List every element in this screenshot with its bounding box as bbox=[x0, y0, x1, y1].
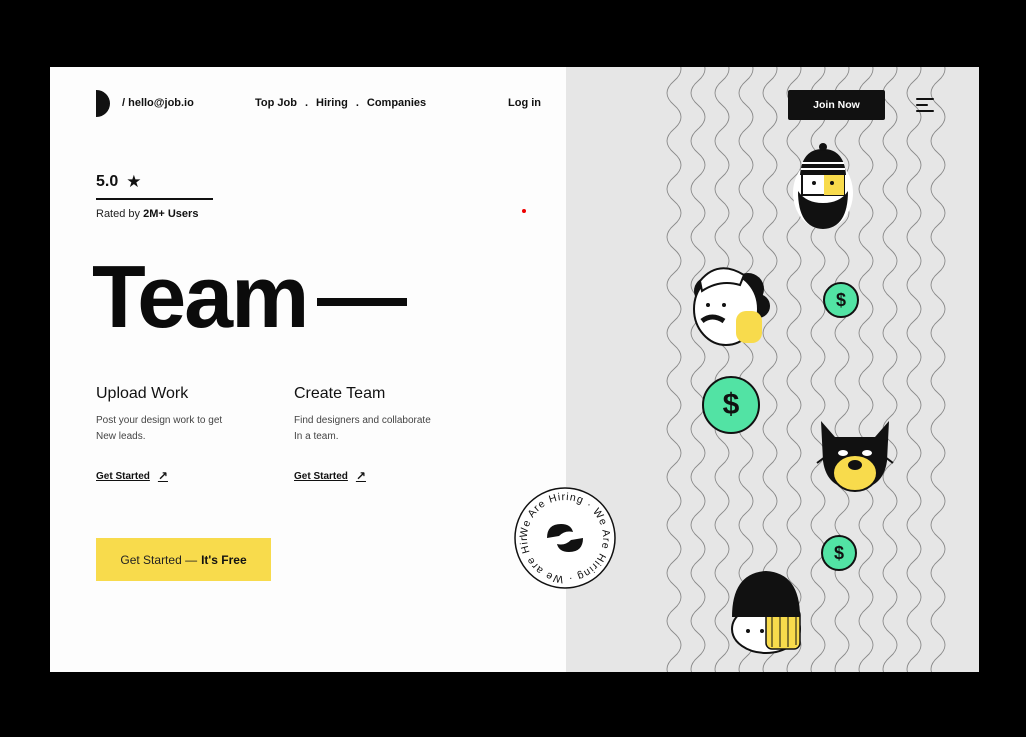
feature-description-line: Post your design work to get bbox=[96, 415, 223, 426]
wavy-line bbox=[930, 67, 946, 672]
wavy-line bbox=[906, 67, 922, 672]
wavy-line bbox=[858, 67, 874, 672]
avatar-curly-hair-icon bbox=[693, 267, 770, 346]
feature-description: Post your design work to get New leads. bbox=[96, 413, 266, 445]
rated-prefix: Rated by bbox=[96, 208, 141, 220]
wavy-line bbox=[882, 67, 898, 672]
rating-divider bbox=[96, 198, 213, 200]
menu-icon[interactable] bbox=[916, 98, 934, 112]
rated-by-text: Rated by 2M+ Users bbox=[96, 208, 198, 220]
rating-score: 5.0 ★ bbox=[96, 172, 142, 192]
feature-description-line: New leads. bbox=[96, 431, 146, 442]
get-started-link[interactable]: Get Started ↗ bbox=[96, 469, 168, 483]
dollar-coin-icon: $ bbox=[702, 376, 760, 434]
nav-top-job[interactable]: Top Job bbox=[255, 97, 297, 109]
avatar-beanie-icon bbox=[731, 571, 801, 654]
cta-prefix: Get Started — bbox=[120, 552, 198, 567]
top-nav: Top Job . Hiring . Companies bbox=[255, 97, 426, 109]
avatar-masked-hero-icon bbox=[816, 421, 894, 492]
hero-title-text: Team bbox=[92, 247, 309, 346]
landing-page: $ $ $ / hello@job.io Top Job . Hiring . … bbox=[50, 67, 979, 672]
nav-separator: . bbox=[304, 97, 309, 109]
feature-title: Create Team bbox=[294, 385, 386, 402]
feature-description: Find designers and collaborate In a team… bbox=[294, 413, 464, 445]
star-icon: ★ bbox=[126, 172, 142, 191]
feature-upload-work: Upload Work Post your design work to get… bbox=[96, 385, 266, 483]
illustration-panel: $ $ $ bbox=[566, 67, 979, 672]
get-started-link[interactable]: Get Started ↗ bbox=[294, 469, 366, 483]
hero-title: Team bbox=[92, 247, 408, 347]
contact-email[interactable]: / hello@job.io bbox=[122, 97, 194, 109]
arrow-up-right-icon: ↗ bbox=[157, 469, 168, 483]
login-link[interactable]: Log in bbox=[508, 97, 541, 109]
hero-dash bbox=[317, 298, 408, 306]
we-are-hiring-badge[interactable]: We Are Hiring · We Are Hiring · We are H… bbox=[513, 486, 617, 590]
rated-count: 2M+ Users bbox=[143, 208, 199, 220]
feature-description-line: In a team. bbox=[294, 431, 339, 442]
dollar-coin-icon: $ bbox=[823, 282, 859, 318]
feature-description-line: Find designers and collaborate bbox=[294, 415, 431, 426]
wavy-line bbox=[666, 67, 682, 672]
get-started-label: Get Started bbox=[294, 470, 348, 482]
join-now-button[interactable]: Join Now bbox=[788, 90, 885, 120]
logo-half-circle-icon[interactable] bbox=[96, 90, 110, 117]
nav-separator: . bbox=[355, 97, 359, 109]
get-started-free-button[interactable]: Get Started — It's Free bbox=[96, 538, 271, 581]
cursor-dot bbox=[522, 209, 526, 213]
rating-value: 5.0 bbox=[96, 173, 119, 190]
feature-title: Upload Work bbox=[96, 385, 189, 402]
cta-bold: It's Free bbox=[201, 552, 247, 567]
arrow-up-right-icon: ↗ bbox=[355, 469, 366, 483]
dollar-coin-icon: $ bbox=[821, 535, 857, 571]
feature-create-team: Create Team Find designers and collabora… bbox=[294, 385, 464, 483]
nav-companies[interactable]: Companies bbox=[367, 97, 426, 109]
wavy-line bbox=[690, 67, 706, 672]
nav-hiring[interactable]: Hiring bbox=[316, 97, 348, 109]
avatar-bearded-man-icon bbox=[793, 143, 853, 229]
get-started-label: Get Started bbox=[96, 470, 150, 482]
